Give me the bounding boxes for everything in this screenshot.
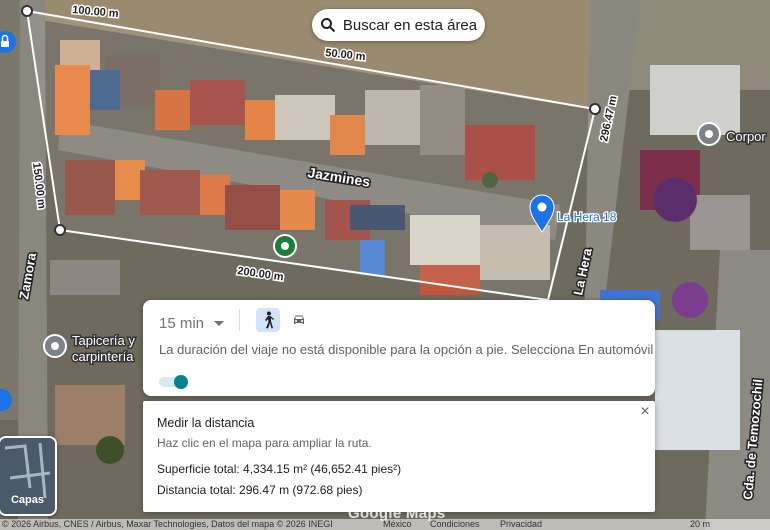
driving-mode-button[interactable] [289,310,309,330]
walking-icon [265,311,274,329]
poi-tapiceria-label-1[interactable]: Tapicería y [71,332,137,350]
green-place-marker-icon[interactable] [273,234,297,258]
travel-time-card: 15 min La duración del viaje no está dis… [143,300,655,396]
measure-distance-card: Medir la distancia Haz clic en el mapa p… [143,401,655,512]
search-this-area-button[interactable]: Buscar en esta área [312,9,485,41]
toggle-knob [174,375,188,389]
attribution-bar: © 2026 Airbus, CNES / Airbus, Maxar Tech… [0,519,770,530]
layers-button[interactable]: Capas [0,436,57,516]
layers-label: Capas [10,494,45,506]
measure-point-1[interactable] [21,5,33,17]
travel-time-select[interactable]: 15 min [159,312,225,334]
total-distance: Distancia total: 296.47 m (972.68 pies) [157,483,363,497]
chevron-down-icon [214,320,225,326]
search-this-area-label: Buscar en esta área [342,16,478,34]
measure-hint: Haz clic en el mapa para ampliar la ruta… [157,436,372,450]
attribution-conditions-link[interactable]: Condiciones [430,519,480,530]
scale-label[interactable]: 20 m [690,519,710,530]
poi-corpor-label[interactable]: Corpor [725,128,768,146]
measure-title: Medir la distancia [157,416,255,430]
total-area: Superficie total: 4,334.15 m² (46,652.41… [157,462,402,476]
travel-time-value: 15 min [159,314,205,332]
poi-corpor-icon[interactable] [697,122,721,146]
measure-point-2[interactable] [589,103,601,115]
poi-tapiceria-icon[interactable] [43,334,67,358]
attribution-copyright: © 2026 Airbus, CNES / Airbus, Maxar Tech… [2,519,333,529]
attribution-privacy-link[interactable]: Privacidad [500,519,542,530]
divider [239,309,240,331]
marker-label[interactable]: La Hera 18 [556,209,618,226]
poi-tapiceria-label-2[interactable]: carpintería [71,348,136,366]
travel-message: La duración del viaje no está disponible… [159,342,654,357]
travel-toggle[interactable] [159,375,189,389]
walking-mode-button[interactable] [256,308,280,332]
attribution-mexico[interactable]: México [383,519,412,530]
measure-point-3[interactable] [54,224,66,236]
search-icon [320,18,336,33]
close-icon[interactable]: × [637,404,653,420]
car-icon [294,315,304,324]
